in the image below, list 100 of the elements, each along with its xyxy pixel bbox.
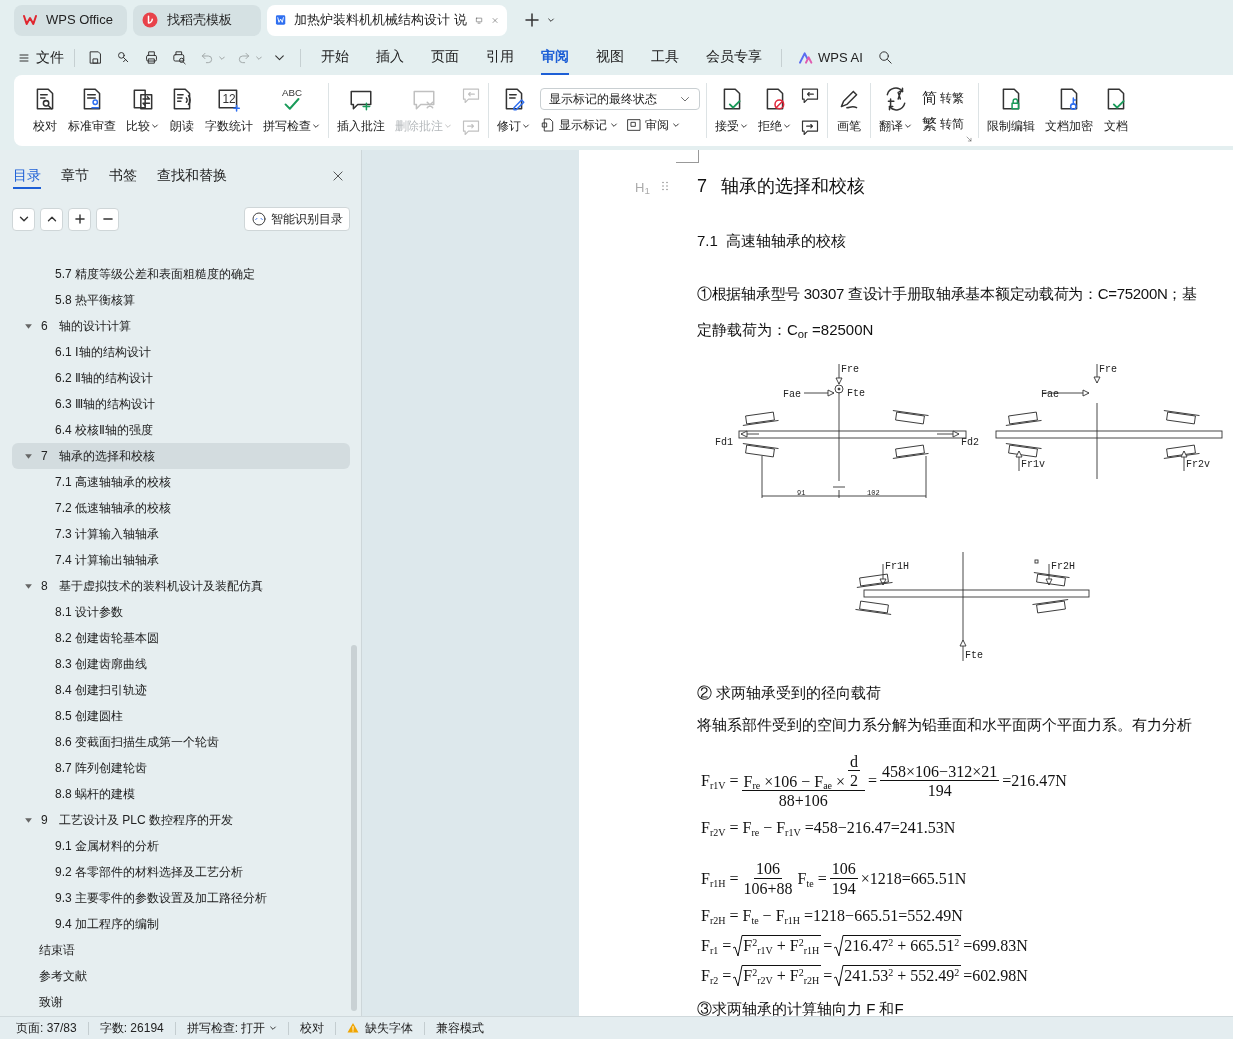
ribbon-tab[interactable]: 开始 [321,40,349,75]
toc-item[interactable]: 8.3 创建齿廓曲线 [12,651,350,677]
toc-item[interactable]: 8.4 创建扫引轨迹 [12,677,350,703]
ribbon-tab[interactable]: 工具 [651,40,679,75]
toc-item[interactable]: 7.4 计算输出轴轴承 [12,547,350,573]
ribbon-button[interactable]: 校对 [28,75,62,146]
toc-heading-row[interactable]: 7 轴承的选择和校核 [12,443,350,469]
panel-tab[interactable]: 查找和替换 [157,163,227,189]
toc-item[interactable]: 8.5 创建圆柱 [12,703,350,729]
ribbon-button[interactable]: 朗读 [165,75,199,146]
paragraph: ①根据轴承型号 30307 查设计手册取轴承基本额定动载荷为：C=75200N；基 [697,283,1198,304]
scrollbar[interactable] [351,645,357,1011]
review-pane-icon [626,116,642,133]
bearing-drawing [1005,442,1042,457]
ribbon-button[interactable]: 标准审查 [64,75,120,146]
toc-item[interactable]: 6.2 Ⅱ轴的结构设计 [12,365,350,391]
toc-item[interactable]: 8.6 变截面扫描生成第一个轮齿 [12,729,350,755]
ribbon-button[interactable]: 文档加密 [1041,75,1097,146]
ribbon-button[interactable]: 简 转繁 [922,88,964,107]
toc-item[interactable]: 5.7 精度等级公差和表面粗糙度的确定 [12,261,350,287]
ribbon-button[interactable]: 比较 [122,75,163,146]
force-arrow [959,639,967,661]
ribbon-button[interactable]: 繁 转简 [922,114,964,133]
toc-title: 轴承的选择和校核 [59,448,155,465]
toc-item[interactable]: 6.4 校核Ⅱ轴的强度 [12,417,350,443]
ribbon-button[interactable]: 修订 [493,75,534,146]
search-button[interactable] [876,49,894,66]
ribbon-button[interactable]: 接受 [711,75,752,146]
force-label: Fae [783,388,801,400]
toc-item[interactable]: 8.2 创建齿轮基本圆 [12,625,350,651]
toc-item[interactable]: 8.1 设计参数 [12,599,350,625]
toc-item[interactable]: 参考文献 [12,963,350,989]
paragraph: 定静载荷为：C$_{or}$ =82500N [697,320,875,342]
smart-toc-button[interactable]: 智能识别目录 [244,207,350,231]
collapse-up-button[interactable] [40,207,63,231]
promote-button[interactable] [68,207,91,231]
close-button[interactable] [331,169,345,183]
template-logo-icon [141,11,159,29]
toc-item[interactable]: 致谢 [12,989,350,1015]
toc-title: 工艺设计及 PLC 数控程序的开发 [59,812,233,829]
ribbon-button[interactable]: 审阅 [626,115,680,134]
status-item[interactable]: 拼写检查: 打开 [186,1019,278,1037]
toc-item[interactable]: 8.7 阵列创建轮齿 [12,755,350,781]
ribbon-button[interactable]: 插入批注 [333,75,389,146]
toolbar-button[interactable] [171,49,188,66]
ribbon-button[interactable]: ABC 拼写检查 [259,75,324,146]
file-menu[interactable]: 文件 [18,47,64,68]
toc-item[interactable]: 6.1 Ⅰ轴的结构设计 [12,339,350,365]
demote-button[interactable] [96,207,119,231]
ai-logo-icon [798,49,814,66]
toc-item[interactable]: 8.8 蜗杆的建模 [12,781,350,807]
ribbon-tab[interactable]: 插入 [376,40,404,75]
markup-select[interactable]: 显示标记的最终状态 [540,87,700,110]
ai-button[interactable]: WPS AI [798,47,863,68]
print-icon [143,49,160,66]
toc-item[interactable]: 7.3 计算输入轴轴承 [12,521,350,547]
toc-heading-row[interactable]: 8 基于虚拟技术的装料机设计及装配仿真 [12,573,350,599]
toc-heading-row[interactable]: 9 工艺设计及 PLC 数控程序的开发 [12,807,350,833]
toc-item[interactable]: 5.8 热平衡核算 [12,287,350,313]
ribbon-tab[interactable]: 引用 [486,40,514,75]
toc-item[interactable]: 9.1 金属材料的分析 [12,833,350,859]
panel-tab[interactable]: 书签 [109,163,137,189]
ribbon-tab[interactable]: 会员专享 [706,40,762,75]
ribbon-button[interactable]: 限制编辑 [983,75,1039,146]
panel-tab[interactable]: 章节 [61,163,89,189]
toolbar-button[interactable] [143,49,160,66]
ribbon-button[interactable]: 拒绝 [754,75,795,146]
new-tab-button[interactable] [523,11,555,29]
app-tab[interactable]: 找稻壳模板 [133,4,261,36]
toc-item[interactable]: 9.2 各零部件的材料选择及工艺分析 [12,859,350,885]
ribbon-button[interactable]: 文档 [1099,75,1133,146]
expand-down-button[interactable] [12,207,35,231]
ribbon-button[interactable]: 显示标记 [540,115,618,134]
app-tab[interactable]: 加热炉装料机机械结构设计 说 [267,4,507,36]
toc-item[interactable]: 结束语 [12,937,350,963]
equation: F$_{r2}$ = F$^{2}$$_{r2V}$ + F$^{2}$$_{r2H}$ = 241.53$^{2}$ + 552.49$^{2}$ =602.98N [701,964,1029,989]
toc-item[interactable]: 6.3 Ⅲ轴的结构设计 [12,391,350,417]
ribbon-button[interactable]: 画笔 [832,75,866,146]
toc-item[interactable]: 9.3 主要零件的参数设置及加工路径分析 [12,885,350,911]
ribbon-tab[interactable]: 视图 [596,40,624,75]
plus-icon [523,11,541,29]
toc-heading-row[interactable]: 6 轴的设计计算 [12,313,350,339]
caret-icon [269,1024,278,1032]
point-marker [1034,559,1039,563]
close-icon [331,169,345,183]
radical-sign [733,965,744,988]
status-item[interactable]: 缺失字体 [347,1019,414,1037]
ribbon-button[interactable]: 12 字数统计 [201,75,257,146]
toc-item[interactable]: 7.1 高速轴轴承的校核 [12,469,350,495]
toc-title: 基于虚拟技术的装料机设计及装配仿真 [59,578,263,595]
force-arrow [936,430,960,437]
subheading-number: 7.1 [697,231,718,251]
app-tab[interactable]: WPS Office [14,4,127,36]
toc-item[interactable]: 7.2 低速轴轴承的校核 [12,495,350,521]
toc-item[interactable]: 9.4 加工程序的编制 [12,911,350,937]
ribbon-button[interactable]: 翻译 [875,75,916,146]
force-label: Fr2v [1186,458,1210,470]
toolbar-button[interactable] [87,49,104,66]
ribbon-tab[interactable]: 页面 [431,40,459,75]
panel-tab[interactable]: 目录 [13,163,41,189]
